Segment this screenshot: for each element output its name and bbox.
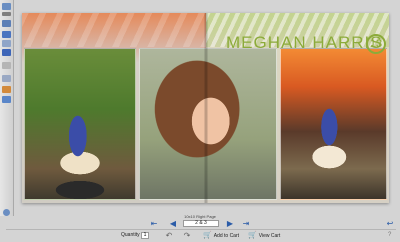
select-icon[interactable] [2,3,11,10]
last-page-icon[interactable]: ⇥ [240,219,252,228]
page-gutter [204,13,208,203]
view-cart-label: View Cart [258,233,281,239]
layers-icon[interactable] [2,40,11,47]
divider [6,229,396,230]
next-page-icon[interactable]: ▶ [224,219,236,228]
portrait-sunset-photo[interactable] [280,48,387,200]
cart-icon: 🛒 [203,232,212,239]
prev-page-icon[interactable]: ◀ [167,219,179,228]
cart-icon: 🛒 [248,232,257,239]
action-bar: Quantity 1 ↶ ↷ 🛒 Add to Cart 🛒 View Cart ? [0,231,400,240]
rotate-right-icon[interactable]: ↷ [181,231,193,240]
image-icon[interactable] [2,49,11,56]
quantity-input[interactable]: 1 [141,232,149,239]
view-cart-button[interactable]: 🛒 View Cart [248,232,280,240]
portrait-field-photo[interactable] [24,48,136,200]
hand-icon[interactable] [2,12,11,16]
effects-icon[interactable] [2,96,11,103]
undo-icon[interactable]: ↩ [385,219,395,228]
crop-icon[interactable] [2,31,11,38]
color-icon[interactable] [2,86,11,93]
text-icon[interactable] [2,20,11,27]
quantity-label: Quantity [121,232,140,238]
first-page-icon[interactable]: ⇤ [148,219,160,228]
spread-title: MEGHAN HARRIS [226,33,383,52]
page-navigation: ⇤ ◀ 2 & 3 ▶ ⇥ ↩ [0,219,400,228]
add-to-cart-button[interactable]: 🛒 Add to Cart [203,232,239,240]
add-to-cart-label: Add to Cart [213,233,240,239]
page-number-field[interactable]: 2 & 3 [183,220,219,227]
rotate-left-icon[interactable]: ↶ [163,231,175,240]
frame-icon[interactable] [2,75,11,82]
portrait-closeup-photo[interactable] [139,48,277,200]
album-spread: MEGHAN HARRIS 13 [22,13,389,203]
page-icon[interactable] [2,62,11,69]
help-icon[interactable]: ? [388,232,396,240]
left-toolbar [0,0,14,216]
year-badge: 13 [366,34,386,54]
